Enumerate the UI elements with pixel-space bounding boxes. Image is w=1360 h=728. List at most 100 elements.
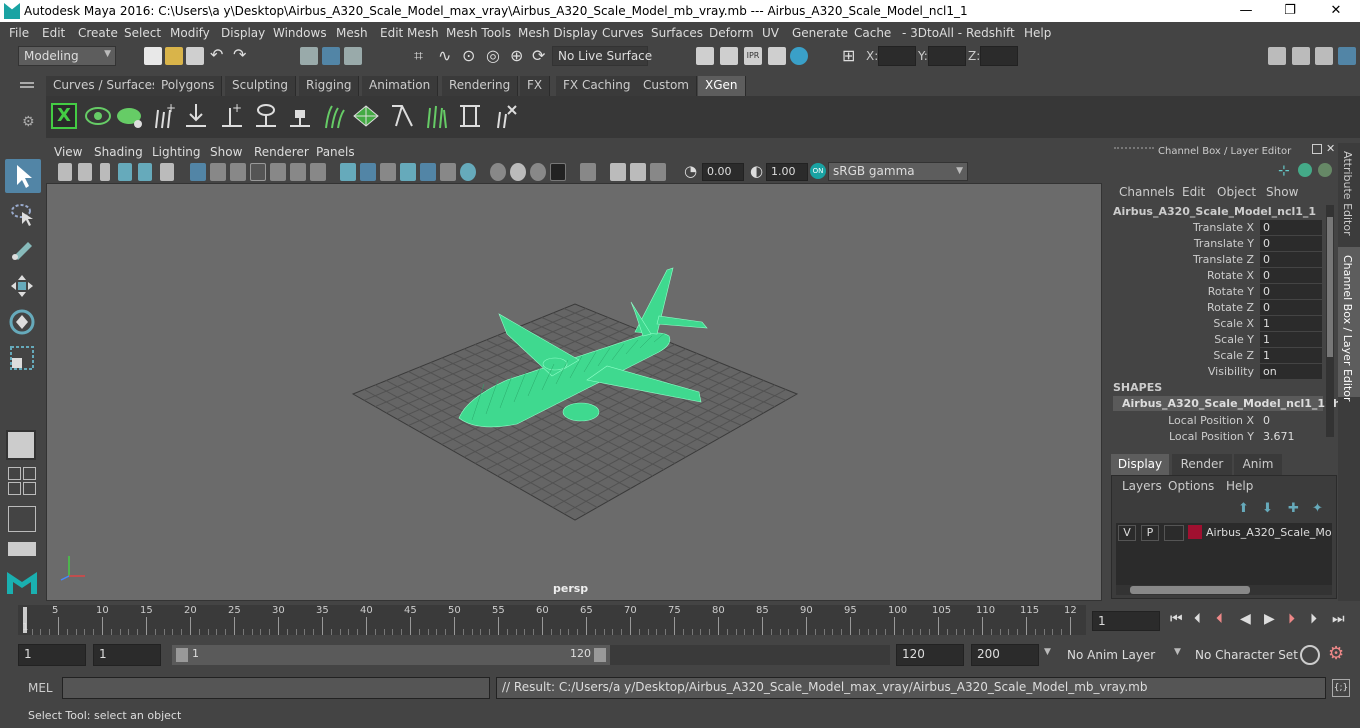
channel-value[interactable]: on (1260, 364, 1322, 379)
channel-row[interactable]: Scale Z 1 (1108, 348, 1338, 364)
new-layer-selected-icon[interactable]: ✦ (1312, 501, 1323, 516)
channel-value[interactable]: 0 (1260, 220, 1322, 235)
menu-help[interactable]: Help (1024, 26, 1051, 40)
menu-edit-mesh[interactable]: Edit Mesh (380, 26, 439, 40)
snap-point-icon[interactable]: ⊙ (462, 46, 475, 65)
xgen-delete-guide-icon[interactable] (492, 102, 520, 133)
panel-menu-renderer[interactable]: Renderer (254, 145, 309, 159)
tool-settings-toggle-icon[interactable] (1315, 47, 1333, 65)
frame-all-icon[interactable] (650, 163, 666, 181)
shelf-tab-sculpting[interactable]: Sculpting (225, 76, 297, 96)
xgen-length-icon[interactable] (388, 102, 416, 133)
xgen-guide-select-icon[interactable] (182, 102, 210, 133)
minimize-button[interactable]: — (1232, 2, 1260, 20)
layer-name-label[interactable]: Airbus_A320_Scale_Mode (1206, 526, 1332, 539)
2d-pan-zoom-icon[interactable] (138, 163, 152, 181)
shelf-tab-fx[interactable]: FX (520, 76, 551, 96)
shape-name-label[interactable]: Airbus_A320_Scale_Model_ncl1_1Sh... (1122, 397, 1353, 410)
depth-of-field-icon[interactable] (530, 163, 546, 181)
layer-tab-render[interactable]: Render (1172, 454, 1232, 475)
channel-row[interactable]: Translate X 0 (1108, 220, 1338, 236)
save-scene-icon[interactable] (186, 47, 204, 65)
redo-icon[interactable]: ↷ (233, 45, 246, 64)
layer-tab-display[interactable]: Display (1111, 454, 1169, 475)
channel-value[interactable]: 0 (1260, 300, 1322, 315)
menu-mesh-tools[interactable]: Mesh Tools (446, 26, 511, 40)
anim-layer-dropdown[interactable]: No Anim Layer (1062, 644, 1164, 666)
layer-playback-toggle[interactable]: P (1141, 525, 1159, 541)
channel-row[interactable]: Scale Y 1 (1108, 332, 1338, 348)
menu-mesh[interactable]: Mesh (336, 26, 368, 40)
menu-redshift[interactable]: Redshift (966, 26, 1015, 40)
channel-value[interactable]: 0 (1260, 268, 1322, 283)
snap-grid-icon[interactable]: ⌗ (414, 46, 423, 66)
play-backwards-icon[interactable]: ◀ (1240, 611, 1251, 627)
maximize-button[interactable]: ❐ (1276, 2, 1304, 20)
xgen-editor-icon[interactable]: X (51, 103, 77, 129)
select-tool-button[interactable] (5, 159, 41, 193)
shelf-tab-rendering[interactable]: Rendering (442, 76, 519, 96)
undo-icon[interactable]: ↶ (210, 45, 223, 64)
snap-surface-icon[interactable]: ⊕ (510, 46, 523, 65)
channel-value[interactable]: 0 (1260, 252, 1322, 267)
channel-label[interactable]: Scale Z (1213, 349, 1254, 362)
motion-blur-icon[interactable] (490, 163, 506, 181)
new-layer-icon[interactable]: ✚ (1288, 501, 1299, 516)
channel-label[interactable]: Visibility (1208, 365, 1254, 378)
current-frame-input[interactable]: 1 (1092, 611, 1160, 631)
layer-menu-options[interactable]: Options (1168, 479, 1214, 493)
menu-display[interactable]: Display (221, 26, 265, 40)
channel-box-scrollbar[interactable] (1326, 205, 1334, 437)
channel-row[interactable]: Scale X 1 (1108, 316, 1338, 332)
menu-surfaces[interactable]: Surfaces (651, 26, 703, 40)
image-plane-icon[interactable] (118, 163, 132, 181)
shape-channel-row[interactable]: Local Position X 0 (1108, 413, 1338, 429)
shelf-tab-animation[interactable]: Animation (362, 76, 439, 96)
side-by-side-layout-icon[interactable] (8, 506, 36, 532)
panel-menu-lighting[interactable]: Lighting (152, 145, 201, 159)
field-chart-icon[interactable] (270, 163, 286, 181)
outliner-layout-icon[interactable] (8, 542, 36, 556)
step-forward-frame-icon[interactable]: ⏵ (1310, 611, 1317, 627)
layer-menu-layers[interactable]: Layers (1122, 479, 1162, 493)
animation-start-input[interactable]: 1 (18, 644, 86, 666)
rotate-manip-icon[interactable] (1298, 163, 1312, 177)
shelf-tab-xgen[interactable]: XGen (698, 76, 746, 96)
channel-row[interactable]: Visibility on (1108, 364, 1338, 380)
xgen-add-guide-icon[interactable]: + (150, 101, 178, 133)
resolution-gate-icon[interactable] (230, 163, 246, 181)
shelf-tab-fx-caching[interactable]: FX Caching (556, 76, 639, 96)
shape-channel-value[interactable]: 3.671 (1260, 429, 1322, 444)
cb-menu-object[interactable]: Object (1217, 185, 1256, 199)
scale-tool-button[interactable] (8, 344, 36, 375)
make-live-icon[interactable]: ⟳ (532, 46, 545, 65)
channel-label[interactable]: Scale Y (1214, 333, 1254, 346)
hypershade-icon[interactable] (790, 47, 808, 65)
single-view-layout-icon[interactable] (6, 430, 36, 460)
xray-components-icon[interactable] (630, 163, 646, 181)
menu-edit[interactable]: Edit (42, 26, 65, 40)
animation-preferences-icon[interactable]: ⚙ (1328, 643, 1344, 664)
lasso-tool-button[interactable] (8, 200, 36, 231)
scale-manip-icon[interactable] (1318, 163, 1332, 177)
y-coord-input[interactable] (928, 46, 966, 66)
open-scene-icon[interactable] (165, 47, 183, 65)
snap-curve-icon[interactable]: ∿ (438, 46, 451, 65)
move-layer-down-icon[interactable]: ⬇ (1262, 501, 1273, 516)
close-panel-icon[interactable]: ✕ (1326, 142, 1335, 155)
channel-value[interactable]: 0 (1260, 284, 1322, 299)
side-tab-attribute-editor[interactable]: Attribute Editor (1341, 151, 1354, 236)
character-set-dropdown[interactable]: No Character Set (1190, 644, 1298, 666)
xgen-groom-icon[interactable] (320, 102, 348, 133)
channel-label[interactable]: Rotate Y (1208, 285, 1254, 298)
translate-manip-icon[interactable]: ⊹ (1278, 163, 1290, 179)
layer-display-type-toggle[interactable] (1164, 525, 1184, 541)
safe-title-icon[interactable] (310, 163, 326, 181)
wireframe-icon[interactable] (340, 163, 356, 181)
safe-action-icon[interactable] (290, 163, 306, 181)
shadows-icon[interactable] (440, 163, 456, 181)
shape-channel-label[interactable]: Local Position Y (1169, 430, 1254, 443)
select-component-icon[interactable] (344, 47, 362, 65)
menu-windows[interactable]: Windows (273, 26, 327, 40)
menu-curves[interactable]: Curves (602, 26, 644, 40)
